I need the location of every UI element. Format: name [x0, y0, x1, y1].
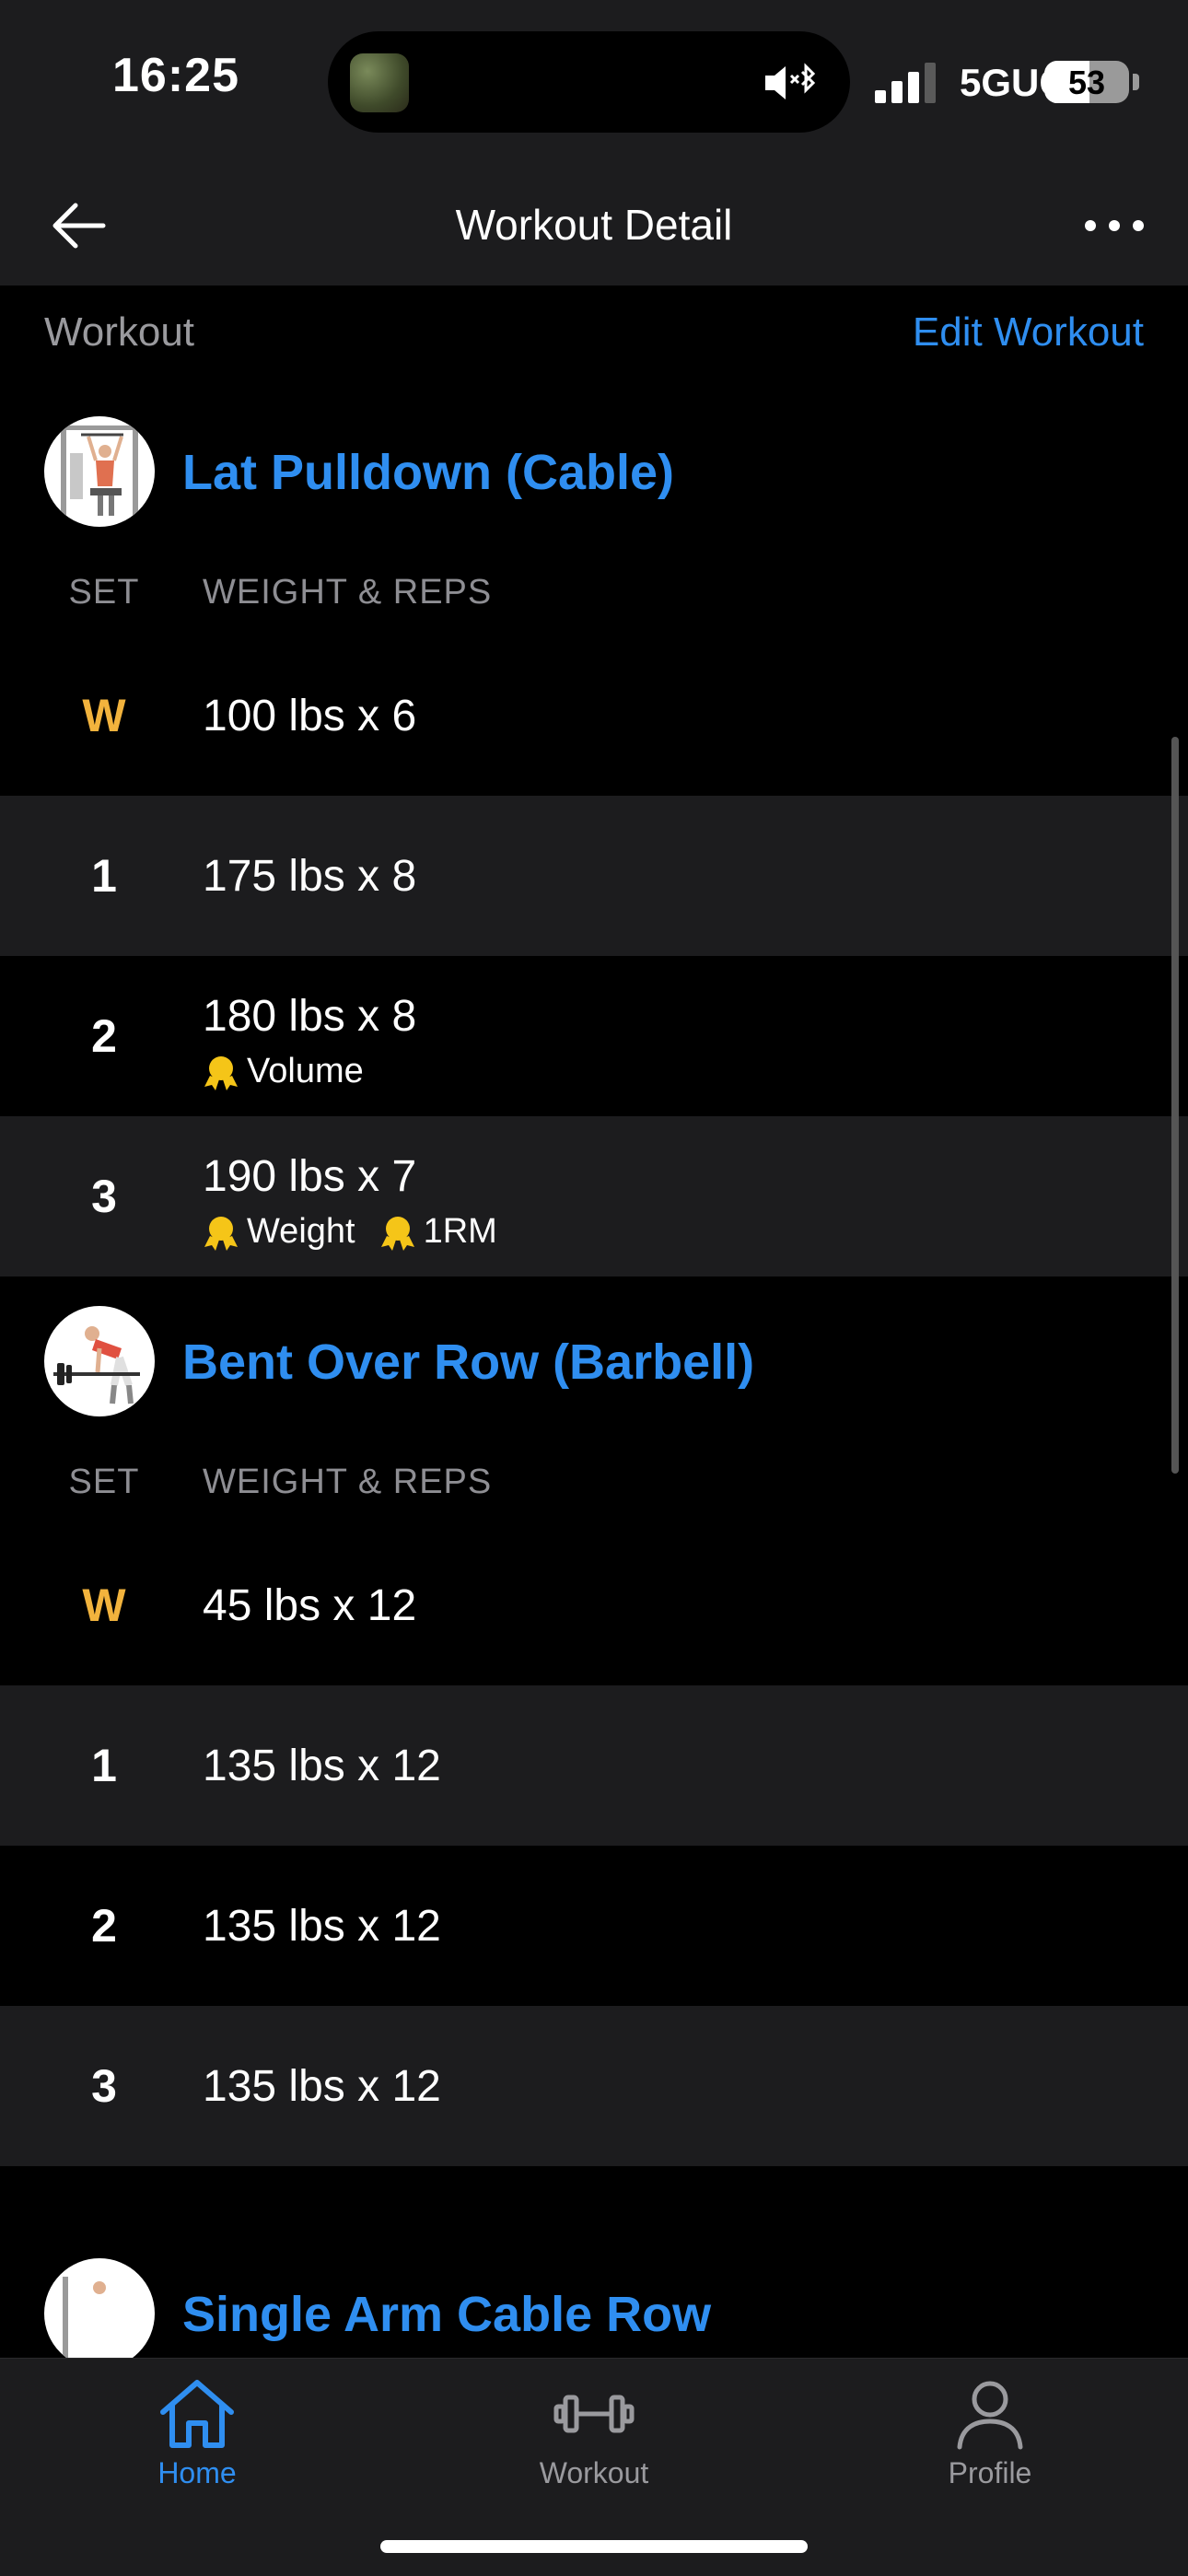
pr-badge: Volume — [203, 1052, 364, 1091]
workout-content[interactable]: Workout Edit Workout Lat Pulldown (Cable… — [0, 286, 1188, 2358]
pr-badge: 1RM — [379, 1212, 497, 1252]
set-column-label: SET — [68, 1463, 140, 1501]
now-playing-thumbnail — [350, 53, 409, 112]
pr-badges: Volume — [203, 1052, 364, 1091]
set-number: W — [82, 1579, 126, 1631]
pr-badge: Weight — [203, 1212, 355, 1252]
set-weight-reps: 190 lbs x 7 — [203, 1152, 417, 1201]
tab-profile[interactable]: Profile — [879, 2377, 1101, 2515]
home-indicator[interactable] — [380, 2540, 808, 2553]
dynamic-island[interactable] — [328, 31, 850, 133]
medal-icon — [380, 1216, 414, 1251]
exercise-thumbnail — [44, 2258, 155, 2358]
battery-icon: 53 — [1044, 61, 1129, 103]
medal-icon — [204, 1216, 238, 1251]
home-icon — [160, 2380, 234, 2448]
set-number: 2 — [91, 1900, 117, 1952]
lat-pulldown-machine-icon — [61, 425, 138, 518]
pr-badge-label: Weight — [247, 1212, 355, 1251]
exercise-name[interactable]: Bent Over Row (Barbell) — [182, 1334, 754, 1391]
set-number: 2 — [91, 1010, 117, 1062]
mute-bluetooth-icon — [765, 63, 816, 99]
tab-home[interactable]: Home — [87, 2377, 308, 2515]
set-row: 1 135 lbs x 12 — [0, 1685, 1188, 1846]
set-weight-reps: 135 lbs x 12 — [203, 1902, 441, 1951]
cable-row-icon — [63, 2277, 106, 2358]
workout-section-header: Workout Edit Workout — [0, 286, 1188, 387]
page-title: Workout Detail — [455, 201, 733, 249]
nav-bar: Workout Detail — [0, 161, 1188, 286]
battery-cap — [1133, 74, 1139, 90]
tab-label: Profile — [948, 2456, 1032, 2489]
battery-percent: 53 — [1067, 64, 1106, 101]
exercise-name[interactable]: Lat Pulldown (Cable) — [182, 444, 674, 501]
pr-badge-label: 1RM — [423, 1212, 497, 1251]
medal-icon — [204, 1055, 238, 1090]
exercise-thumbnail — [44, 1306, 155, 1416]
set-number: 1 — [91, 1740, 117, 1791]
weight-reps-column-label: WEIGHT & REPS — [203, 1463, 493, 1501]
more-options-icon[interactable] — [1077, 207, 1151, 244]
set-weight-reps: 135 lbs x 12 — [203, 1742, 441, 1790]
set-columns-header: SET WEIGHT & REPS — [0, 1424, 1188, 1525]
set-weight-reps: 175 lbs x 8 — [203, 852, 417, 901]
dumbbell-icon — [553, 2395, 635, 2433]
tab-label: Workout — [539, 2456, 649, 2489]
edit-workout-button[interactable]: Edit Workout — [913, 309, 1144, 356]
set-number: 3 — [91, 2060, 117, 2112]
set-row: W 45 lbs x 12 — [0, 1525, 1188, 1685]
set-number: 1 — [91, 850, 117, 902]
set-row: 3 135 lbs x 12 — [0, 2006, 1188, 2166]
exercise-card: Bent Over Row (Barbell) SET WEIGHT & REP… — [0, 1276, 1188, 2166]
exercise-thumbnail — [44, 416, 155, 527]
set-weight-reps: 180 lbs x 8 — [203, 992, 417, 1041]
tab-workout[interactable]: Workout — [483, 2377, 705, 2515]
set-row: 3 190 lbs x 7 Weight 1RM — [0, 1116, 1188, 1276]
pr-badge-label: Volume — [247, 1052, 364, 1090]
set-number: W — [82, 690, 126, 741]
set-number: 3 — [91, 1171, 117, 1222]
exercise-header[interactable]: Lat Pulldown (Cable) — [0, 387, 1188, 534]
set-weight-reps: 135 lbs x 12 — [203, 2062, 441, 2111]
exercise-header[interactable]: Single Arm Cable Row — [0, 2229, 1188, 2358]
exercise-header[interactable]: Bent Over Row (Barbell) — [0, 1276, 1188, 1424]
cellular-signal-icon — [875, 63, 936, 103]
exercise-name[interactable]: Single Arm Cable Row — [182, 2286, 711, 2343]
status-bar: 16:25 5GUC 53 — [0, 0, 1188, 161]
set-columns-header: SET WEIGHT & REPS — [0, 534, 1188, 635]
bent-over-row-icon — [53, 1326, 140, 1405]
set-row: W 100 lbs x 6 — [0, 635, 1188, 796]
pr-badges: Weight 1RM — [203, 1212, 497, 1252]
set-weight-reps: 45 lbs x 12 — [203, 1581, 417, 1630]
set-weight-reps: 100 lbs x 6 — [203, 692, 417, 740]
set-column-label: SET — [68, 573, 140, 612]
set-row: 2 180 lbs x 8 Volume — [0, 956, 1188, 1116]
person-icon — [957, 2381, 1023, 2450]
weight-reps-column-label: WEIGHT & REPS — [203, 573, 493, 612]
tab-label: Home — [157, 2456, 237, 2489]
scroll-indicator[interactable] — [1171, 737, 1179, 1474]
section-label: Workout — [44, 309, 195, 355]
exercise-card: Single Arm Cable Row — [0, 2229, 1188, 2358]
exercise-card: Lat Pulldown (Cable) SET WEIGHT & REPS W… — [0, 387, 1188, 1276]
set-row: 1 175 lbs x 8 — [0, 796, 1188, 956]
set-row: 2 135 lbs x 12 — [0, 1846, 1188, 2006]
status-time: 16:25 — [112, 49, 239, 102]
